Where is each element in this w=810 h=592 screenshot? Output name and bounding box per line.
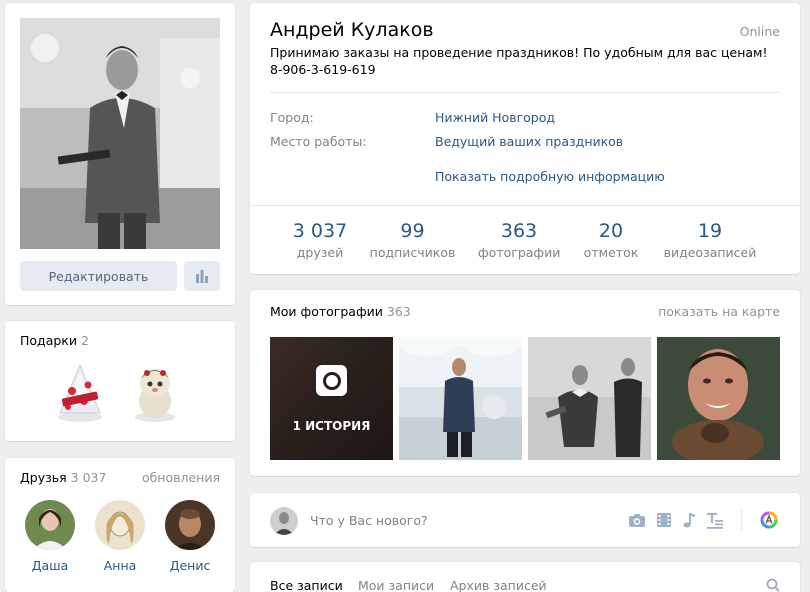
photo-thumbnail[interactable]: [528, 337, 651, 460]
divider: [250, 205, 800, 206]
story-icon: [316, 365, 347, 396]
avatar[interactable]: [270, 507, 298, 535]
counter-label: подписчиков: [369, 245, 456, 260]
friend-item[interactable]: Анна: [90, 500, 150, 573]
photos-header[interactable]: Мои фотографии 363: [270, 304, 411, 319]
counter-friends[interactable]: 3 037 друзей: [285, 219, 355, 260]
friends-card: Друзья 3 037 обновления Даша Анна Денис: [5, 458, 235, 592]
counter-value: 363: [500, 220, 538, 242]
counter-label: отметок: [583, 245, 639, 260]
photos-count: 363: [386, 304, 411, 319]
counter-tags[interactable]: 20 отметок: [580, 219, 642, 260]
camera-icon[interactable]: [628, 511, 646, 529]
story-thumbnail[interactable]: 1 ИСТОРИЯ: [270, 337, 393, 460]
avatar[interactable]: [25, 500, 75, 550]
friend-name[interactable]: Анна: [90, 558, 150, 573]
video-icon[interactable]: [655, 511, 673, 529]
stats-button[interactable]: [184, 261, 220, 291]
new-post-card: Что у Вас нового?: [250, 493, 800, 547]
friend-item[interactable]: Даша: [20, 500, 80, 573]
photos-title: Мои фотографии: [270, 304, 383, 319]
counter-value: 19: [697, 220, 723, 242]
show-more-info-link[interactable]: Показать подробную информацию: [435, 169, 665, 184]
friends-count: 3 037: [70, 470, 107, 485]
photo-thumbnail[interactable]: [399, 337, 522, 460]
colorful-a-icon[interactable]: [760, 511, 778, 529]
page-title: Андрей Кулаков: [270, 19, 434, 41]
friends-header[interactable]: Друзья 3 037: [20, 470, 106, 485]
tab-my-posts[interactable]: Мои записи: [358, 578, 434, 592]
tab-archive[interactable]: Архив записей: [450, 578, 547, 592]
info-label: Место работы:: [270, 134, 367, 149]
photos-card: Мои фотографии 363 показать на карте 1 ИС…: [250, 290, 800, 476]
counter-label: друзей: [296, 245, 344, 260]
gifts-count: 2: [80, 333, 89, 348]
friend-name[interactable]: Даша: [20, 558, 80, 573]
profile-photo[interactable]: [20, 18, 220, 249]
music-icon[interactable]: [680, 511, 698, 529]
photo-thumbnail[interactable]: [657, 337, 780, 460]
counter-photos[interactable]: 363 фотографии: [478, 219, 560, 260]
counter-value: 99: [400, 220, 425, 242]
avatar[interactable]: [95, 500, 145, 550]
divider: [741, 509, 742, 531]
gifts-header[interactable]: Подарки 2: [20, 333, 89, 348]
edit-profile-button[interactable]: Редактировать: [20, 261, 177, 291]
search-icon[interactable]: [766, 578, 780, 592]
friends-updates-link[interactable]: обновления: [142, 470, 220, 485]
counter-label: фотографии: [478, 245, 561, 260]
counter-followers[interactable]: 99 подписчиков: [365, 219, 460, 260]
status-text[interactable]: Принимаю заказы на проведение праздников…: [270, 44, 780, 78]
info-value-link[interactable]: Ведущий ваших праздников: [435, 134, 623, 149]
avatar[interactable]: [165, 500, 215, 550]
show-on-map-link[interactable]: показать на карте: [658, 304, 780, 319]
counter-value: 3 037: [292, 220, 348, 242]
counter-label: видеозаписей: [663, 245, 757, 260]
friends-title: Друзья: [20, 470, 67, 485]
online-status: Online: [739, 24, 780, 39]
new-post-input[interactable]: Что у Вас нового?: [310, 513, 428, 528]
bar-chart-icon: [196, 270, 208, 283]
gift-snow-tree[interactable]: [50, 361, 110, 423]
profile-photo-card: Редактировать: [5, 3, 235, 305]
wall-card: Все записи Мои записи Архив записей: [250, 562, 800, 592]
profile-info-card: Андрей Кулаков Online Принимаю заказы на…: [250, 3, 800, 274]
story-label: 1 ИСТОРИЯ: [292, 419, 371, 433]
info-value-link[interactable]: Нижний Новгород: [435, 110, 555, 125]
text-format-icon[interactable]: [706, 511, 724, 529]
gifts-card: Подарки 2: [5, 321, 235, 441]
tab-all-posts[interactable]: Все записи: [270, 578, 343, 592]
counter-value: 20: [598, 220, 624, 242]
counter-videos[interactable]: 19 видеозаписей: [660, 219, 760, 260]
gift-bunny[interactable]: [125, 361, 185, 423]
info-label: Город:: [270, 110, 314, 125]
divider: [270, 92, 780, 93]
friend-item[interactable]: Денис: [160, 500, 220, 573]
gifts-title: Подарки: [20, 333, 77, 348]
friend-name[interactable]: Денис: [160, 558, 220, 573]
